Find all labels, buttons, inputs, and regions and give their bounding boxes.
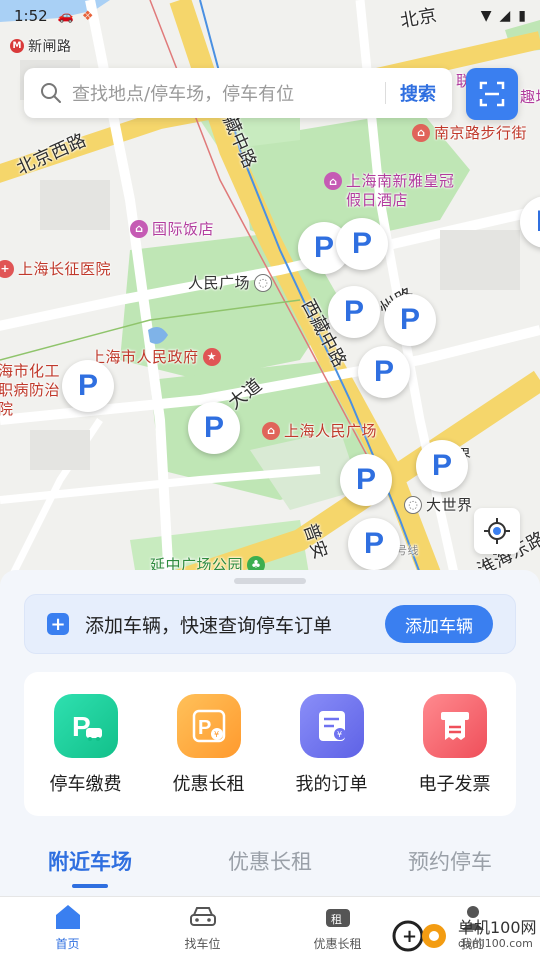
watermark-logo: + [392, 920, 446, 952]
search-divider [385, 82, 386, 104]
tab-reserve-parking[interactable]: 预约停车 [360, 838, 540, 888]
scan-icon [479, 81, 505, 107]
metro-icon: M [10, 39, 24, 53]
svg-text:¥: ¥ [337, 730, 342, 739]
car-status-icon: 🚗 [57, 8, 74, 24]
hospital-icon: + [0, 259, 14, 278]
poi-shop[interactable]: ⌂ 上海人民广场 [262, 420, 377, 441]
watermark-text: 单机100网 [458, 917, 537, 937]
parking-pin[interactable]: P [358, 346, 410, 398]
wifi-icon: ▼ [480, 8, 492, 24]
hotel-icon: ⌂ [130, 219, 148, 238]
app-status-icon: ❖ [81, 8, 94, 24]
service-discount-rent[interactable]: P ¥ 优惠长租 [154, 694, 264, 816]
locate-button[interactable] [474, 508, 520, 554]
service-label: 电子发票 [418, 774, 491, 795]
home-icon [55, 905, 80, 929]
banner-text: 添加车辆，快速查询停车订单 [85, 614, 333, 637]
tab-nearby-parking[interactable]: 附近车场 [0, 838, 180, 888]
poi-metro[interactable]: 人民广场 ◌ [188, 272, 273, 293]
plus-icon: + [47, 613, 69, 635]
status-time: 1:52 [14, 7, 48, 25]
scan-button[interactable] [466, 68, 518, 120]
shop-icon: ⌂ [412, 123, 430, 142]
service-orders[interactable]: ¥ 我的订单 [277, 694, 387, 816]
shop-icon: ⌂ [262, 421, 280, 440]
parking-pin[interactable]: P [340, 454, 392, 506]
locate-icon [484, 518, 510, 544]
parking-pay-icon: P [53, 694, 118, 758]
watermark: + 单机100网 danji100.com [392, 916, 537, 952]
parking-pin[interactable]: P [384, 294, 436, 346]
signal-icon: ◢ [499, 8, 511, 24]
service-label: 我的订单 [295, 774, 368, 795]
battery-icon: ▮ [518, 8, 526, 24]
parking-pin[interactable]: P [62, 360, 114, 412]
discount-rent-icon: P ¥ [176, 694, 241, 758]
metro-icon: ◌ [404, 495, 422, 514]
search-icon [41, 83, 61, 103]
poi-hotel[interactable]: ⌂ 国际饭店 [130, 218, 214, 239]
invoice-icon [422, 694, 487, 758]
status-bar: 1:52 🚗 ❖ ▼ ◢ ▮ [0, 0, 540, 32]
poi-gov[interactable]: 上海市人民政府 ★ [90, 346, 221, 367]
svg-text:租: 租 [331, 913, 342, 926]
svg-text:P: P [198, 717, 211, 739]
add-vehicle-banner[interactable]: + 添加车辆，快速查询停车订单 添加车辆 [24, 594, 516, 654]
poi-metro[interactable]: ◌ 大世界 [404, 494, 473, 515]
sheet-drag-handle[interactable] [234, 578, 306, 584]
rent-icon: 租 [325, 909, 350, 927]
search-bar[interactable]: 查找地点/停车场，停车有位 搜索 [24, 68, 452, 118]
service-label: 停车缴费 [49, 774, 122, 795]
nav-find-spot[interactable]: 找车位 [135, 897, 270, 960]
service-grid: P 停车缴费 P ¥ 优惠长租 ¥ 我的订单 电子发票 [24, 672, 516, 816]
poi-metro[interactable]: M 新闸路 [10, 36, 72, 56]
poi-hospital[interactable]: + 上海长征医院 [0, 258, 111, 279]
svg-text:¥: ¥ [214, 730, 219, 739]
service-parking-pay[interactable]: P 停车缴费 [31, 694, 141, 816]
bottom-sheet: + 添加车辆，快速查询停车订单 添加车辆 P 停车缴费 P ¥ 优惠长租 ¥ 我的… [0, 570, 540, 896]
nav-home[interactable]: 首页 [0, 897, 135, 960]
metro-icon: ◌ [254, 273, 273, 292]
parking-pin[interactable]: P [348, 518, 400, 570]
tab-bar: 附近车场 优惠长租 预约停车 [0, 838, 540, 888]
parking-pin[interactable]: P [328, 286, 380, 338]
nav-label: 首页 [55, 937, 80, 951]
hotel-icon: ⌂ [324, 172, 342, 190]
car-icon [189, 907, 216, 926]
parking-pin[interactable]: P [336, 218, 388, 270]
poi-hotel[interactable]: ⌂ 上海南新雅皇冠假日酒店 [324, 172, 456, 210]
parking-pin[interactable]: P [416, 440, 468, 492]
search-button[interactable]: 搜索 [400, 80, 436, 106]
service-invoice[interactable]: 电子发票 [400, 694, 510, 816]
nav-label: 找车位 [184, 937, 221, 951]
nav-label: 优惠长租 [313, 937, 362, 951]
tab-discount-rent[interactable]: 优惠长租 [180, 838, 360, 888]
star-icon: ★ [202, 347, 221, 366]
orders-icon: ¥ [299, 694, 364, 758]
svg-text:+: + [402, 926, 417, 947]
service-label: 优惠长租 [172, 774, 245, 795]
map-label: 趣场 [520, 88, 540, 106]
parking-pin[interactable]: P [188, 402, 240, 454]
watermark-url: danji100.com [458, 936, 533, 950]
poi-hospital[interactable]: 海市化工职病防治院 [0, 362, 68, 419]
nav-discount-rent[interactable]: 租 优惠长租 [270, 897, 405, 960]
add-vehicle-button[interactable]: 添加车辆 [385, 605, 493, 643]
search-input[interactable]: 查找地点/停车场，停车有位 [72, 80, 385, 106]
poi-shop[interactable]: ⌂ 南京路步行街 [412, 122, 527, 143]
